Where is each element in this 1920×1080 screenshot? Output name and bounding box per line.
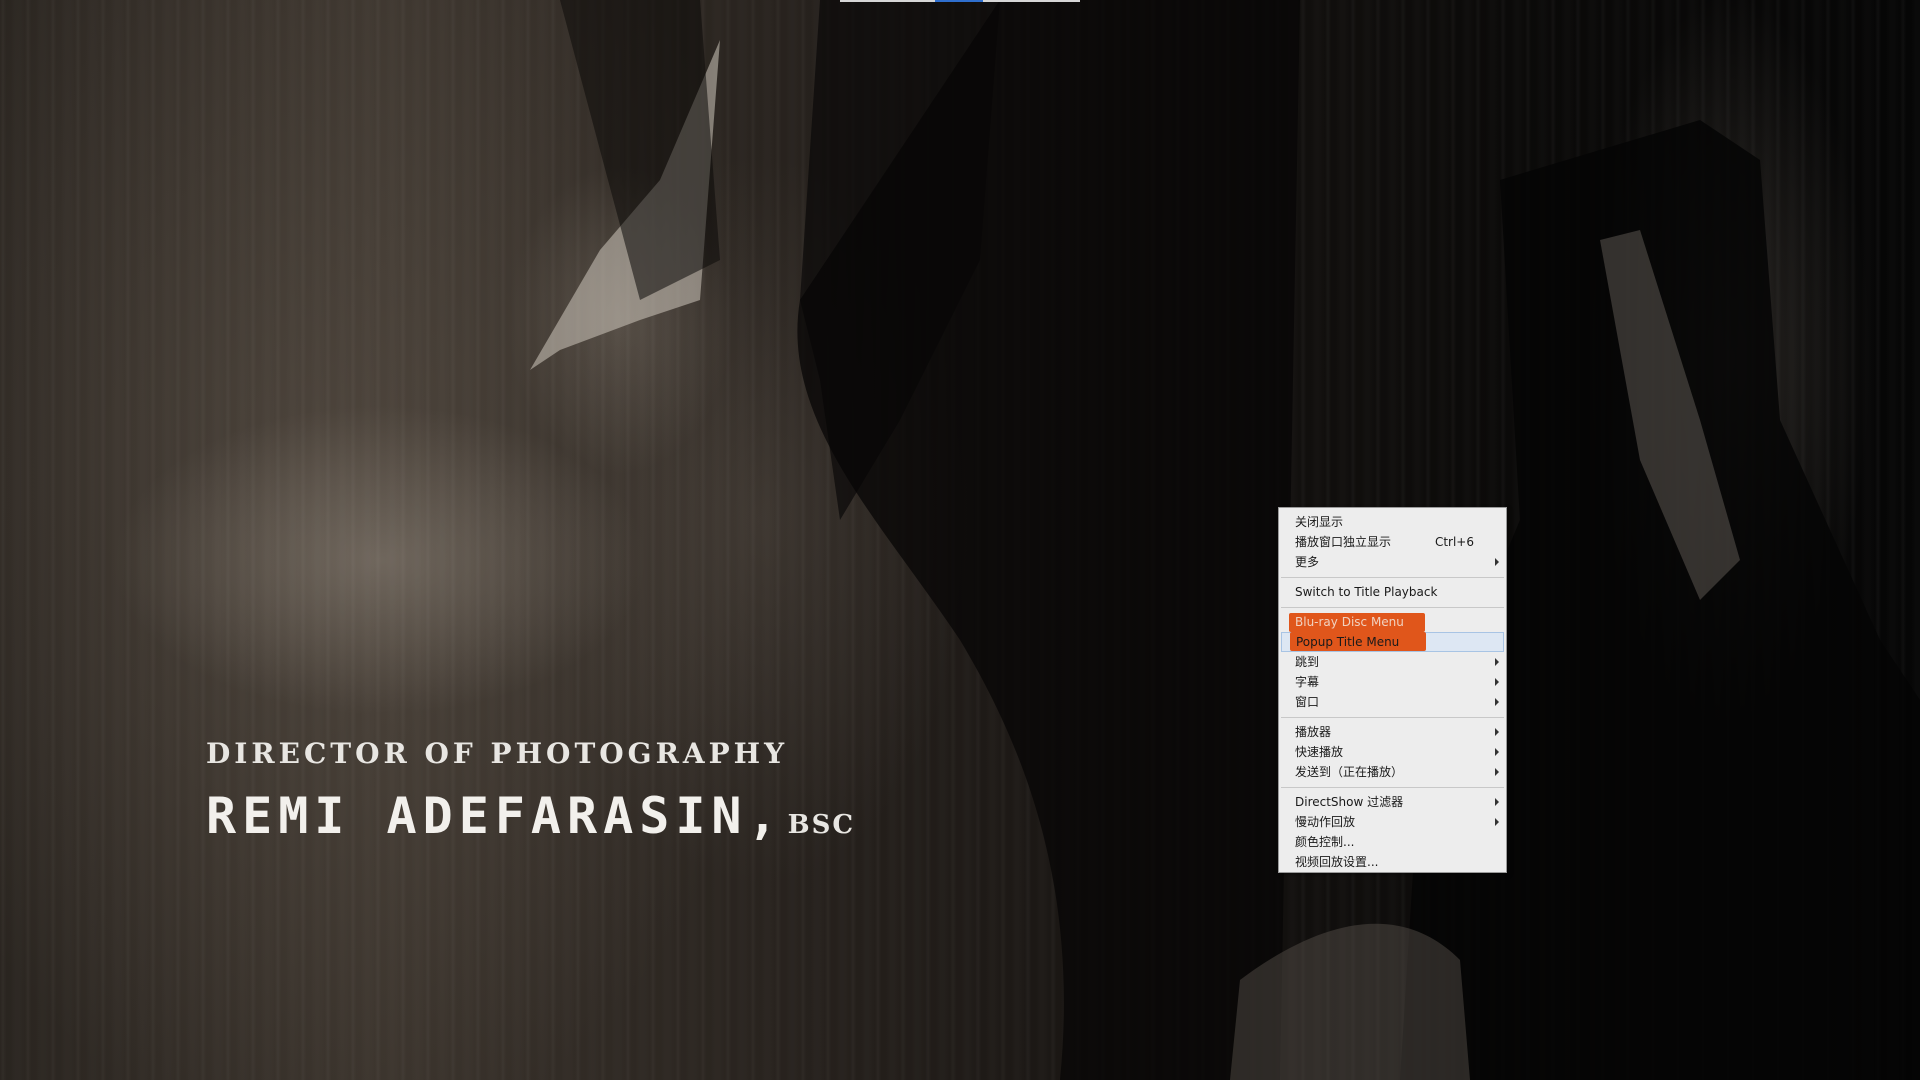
menu-item-shortcut: Ctrl+6 <box>1434 535 1474 549</box>
menu-separator <box>1281 717 1504 718</box>
menu-item-player[interactable]: 播放器 <box>1279 722 1506 742</box>
menu-item-label: 慢动作回放 <box>1295 815 1356 829</box>
submenu-arrow-icon <box>1495 748 1499 756</box>
menu-item-video-playback-settings[interactable]: 视频回放设置... <box>1279 852 1506 872</box>
credit-name-suffix: BSC <box>787 810 856 840</box>
menu-item-label: 快速播放 <box>1295 745 1344 759</box>
scene-silhouettes <box>530 0 1920 1080</box>
menu-item-color-control[interactable]: 颜色控制... <box>1279 832 1506 852</box>
menu-separator <box>1281 787 1504 788</box>
menu-separator <box>1281 577 1504 578</box>
menu-item-slow-motion[interactable]: 慢动作回放 <box>1279 812 1506 832</box>
submenu-arrow-icon <box>1495 658 1499 666</box>
menu-item-close-display[interactable]: 关闭显示 <box>1279 512 1506 532</box>
submenu-arrow-icon <box>1495 558 1499 566</box>
menu-item-label: 视频回放设置... <box>1295 855 1379 869</box>
menu-item-label: 字幕 <box>1295 675 1320 689</box>
menu-item-fast-play[interactable]: 快速播放 <box>1279 742 1506 762</box>
menu-item-label: 关闭显示 <box>1295 515 1344 529</box>
menu-item-label: 颜色控制... <box>1295 835 1355 849</box>
menu-separator <box>1281 607 1504 608</box>
menu-item-subtitles[interactable]: 字幕 <box>1279 672 1506 692</box>
menu-item-jump-to[interactable]: 跳到 <box>1279 652 1506 672</box>
submenu-arrow-icon <box>1495 768 1499 776</box>
menu-item-window[interactable]: 窗口 <box>1279 692 1506 712</box>
menu-item-directshow-filters[interactable]: DirectShow 过滤器 <box>1279 792 1506 812</box>
submenu-arrow-icon <box>1495 678 1499 686</box>
menu-item-label: Blu-ray Disc Menu <box>1295 615 1404 629</box>
menu-item-more[interactable]: 更多 <box>1279 552 1506 572</box>
menu-item-label: 播放器 <box>1295 725 1332 739</box>
menu-item-label: DirectShow 过滤器 <box>1295 795 1404 809</box>
menu-item-popup-title-menu[interactable]: Popup Title Menu <box>1281 632 1504 652</box>
menu-item-label: 发送到（正在播放） <box>1295 765 1404 779</box>
window-top-accent <box>935 0 983 2</box>
player-context-menu: 关闭显示 播放窗口独立显示 Ctrl+6 更多 Switch to Title … <box>1278 507 1507 873</box>
submenu-arrow-icon <box>1495 698 1499 706</box>
menu-item-label: 更多 <box>1295 555 1320 569</box>
menu-item-label: Popup Title Menu <box>1296 635 1400 649</box>
menu-item-label: Switch to Title Playback <box>1295 585 1438 599</box>
menu-item-bluray-disc-menu: Blu-ray Disc Menu <box>1279 612 1506 632</box>
menu-item-label: 窗口 <box>1295 695 1320 709</box>
submenu-arrow-icon <box>1495 818 1499 826</box>
credit-person-name: REMI ADEFARASIN, <box>206 787 784 845</box>
submenu-arrow-icon <box>1495 798 1499 806</box>
menu-item-label: 跳到 <box>1295 655 1320 669</box>
credit-role-title: DIRECTOR OF PHOTOGRAPHY <box>206 737 789 770</box>
menu-item-detach-window[interactable]: 播放窗口独立显示 Ctrl+6 <box>1279 532 1506 552</box>
menu-item-switch-title-playback[interactable]: Switch to Title Playback <box>1279 582 1506 602</box>
menu-item-send-to[interactable]: 发送到（正在播放） <box>1279 762 1506 782</box>
credit-name: REMI ADEFARASIN, BSC <box>206 787 855 845</box>
menu-item-label: 播放窗口独立显示 <box>1295 535 1392 549</box>
submenu-arrow-icon <box>1495 728 1499 736</box>
